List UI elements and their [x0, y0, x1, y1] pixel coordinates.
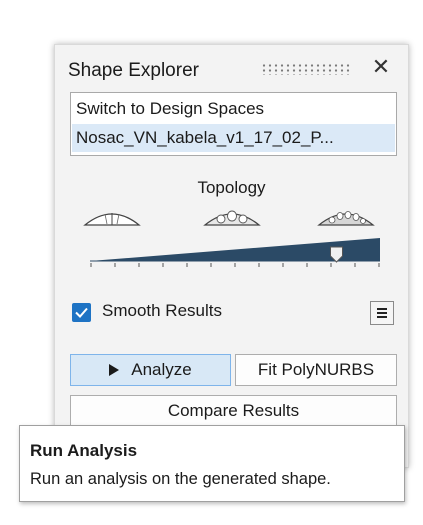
topology-slider[interactable]: [90, 233, 380, 273]
design-list: Switch to Design Spaces Nosac_VN_kabela_…: [70, 92, 397, 156]
fit-polynurbs-button[interactable]: Fit PolyNURBS: [235, 354, 397, 386]
tooltip: Run Analysis Run an analysis on the gene…: [19, 425, 405, 502]
analyze-label: Analyze: [131, 360, 192, 379]
analyze-button[interactable]: Analyze: [70, 354, 231, 386]
play-icon: [109, 363, 120, 376]
list-item-selected-design[interactable]: Nosac_VN_kabela_v1_17_02_P...: [72, 124, 395, 152]
slider-ticks: [90, 263, 380, 267]
checkmark-icon: [75, 307, 88, 318]
menu-icon: [377, 308, 387, 318]
smooth-results-checkbox[interactable]: [72, 303, 91, 322]
shape-explorer-panel: Shape Explorer ✕ Switch to Design Spaces…: [54, 44, 409, 468]
tooltip-title: Run Analysis: [30, 441, 138, 460]
tooltip-description: Run an analysis on the generated shape.: [30, 470, 331, 488]
close-icon[interactable]: ✕: [367, 53, 395, 81]
smooth-results-label: Smooth Results: [102, 301, 222, 320]
compare-results-button[interactable]: Compare Results: [70, 395, 397, 427]
drag-grip-icon[interactable]: [261, 63, 352, 75]
panel-title: Shape Explorer: [68, 60, 199, 81]
topology-high-icon: [317, 211, 375, 226]
list-item-switch-design-spaces[interactable]: Switch to Design Spaces: [72, 95, 395, 123]
menu-button[interactable]: [370, 301, 394, 325]
topology-low-icon: [83, 213, 141, 226]
topology-label: Topology: [197, 178, 266, 197]
topology-medium-icon: [203, 210, 261, 226]
